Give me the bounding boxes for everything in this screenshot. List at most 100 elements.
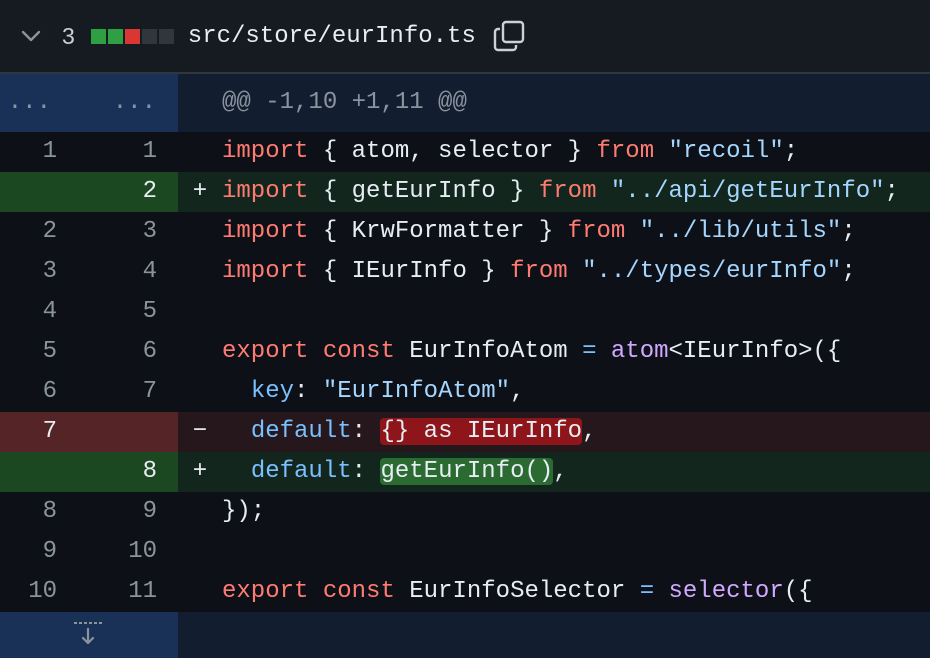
code-token: EurInfoSelector bbox=[409, 578, 640, 605]
old-line-number[interactable]: 10 bbox=[0, 572, 89, 612]
new-line-number[interactable]: 3 bbox=[89, 212, 178, 252]
diff-sign: + bbox=[192, 458, 208, 485]
new-line-number[interactable]: 4 bbox=[89, 252, 178, 292]
code-token: <IEurInfo>({ bbox=[668, 338, 842, 365]
code-token: ; bbox=[841, 218, 856, 245]
diff-sign: + bbox=[192, 178, 208, 205]
code-content: default: {} as IEurInfo, bbox=[222, 412, 930, 452]
diff-sign bbox=[178, 252, 222, 292]
code-content bbox=[222, 292, 930, 332]
code-token: default bbox=[250, 418, 352, 445]
hunk-expand-left[interactable]: ... bbox=[0, 74, 89, 132]
code-token: import bbox=[222, 138, 309, 165]
new-line-number[interactable]: 5 bbox=[89, 292, 178, 332]
hunk-header: ... ... @@ -1,10 +1,11 @@ bbox=[0, 74, 930, 132]
code-token: : bbox=[351, 418, 381, 445]
new-line-number[interactable]: 2 bbox=[89, 172, 178, 212]
new-line-number[interactable]: 9 bbox=[89, 492, 178, 532]
diffstat-block bbox=[90, 28, 106, 44]
copy-icon[interactable] bbox=[492, 19, 526, 53]
code-token: ({ bbox=[783, 578, 813, 605]
code-token: : bbox=[351, 458, 381, 485]
code-token: : bbox=[294, 378, 323, 405]
expand-down-icon[interactable] bbox=[0, 612, 178, 658]
context-line: 1 1 import { atom, selector } from "recoil… bbox=[0, 132, 930, 172]
context-line: 3 4 import { IEurInfo } from "../types/eur… bbox=[0, 252, 930, 292]
code-token: atom bbox=[610, 338, 669, 365]
context-line: 67 key: "EurInfoAtom", bbox=[0, 372, 930, 412]
diffstat-block bbox=[124, 28, 140, 44]
old-line-number[interactable]: 7 bbox=[0, 412, 89, 452]
new-line-number[interactable]: 10 bbox=[89, 532, 178, 572]
diff-footer bbox=[0, 612, 930, 658]
code-token: export bbox=[222, 338, 309, 365]
code-token: = bbox=[639, 578, 655, 605]
code-content bbox=[222, 532, 930, 572]
code-token: "../lib/utils" bbox=[639, 218, 842, 245]
context-line: 10 11 export const EurInfoSelector = selec… bbox=[0, 572, 930, 612]
code-content: import { getEurInfo } from "../api/getEu… bbox=[222, 172, 930, 212]
diff-sign bbox=[178, 212, 222, 252]
old-line-number[interactable] bbox=[0, 172, 89, 212]
context-line: 5 6 export const EurInfoAtom = atom<IEurIn… bbox=[0, 332, 930, 372]
code-token: "EurInfoAtom" bbox=[322, 378, 511, 405]
old-line-number[interactable]: 9 bbox=[0, 532, 89, 572]
code-token: "../api/getEurInfo" bbox=[610, 178, 885, 205]
diffstat-block bbox=[141, 28, 157, 44]
diff-sign bbox=[178, 572, 222, 612]
new-line-number[interactable]: 6 bbox=[89, 332, 178, 372]
new-line-number[interactable] bbox=[89, 412, 178, 452]
deleted-line: 7 − default: {} as IEurInfo, bbox=[0, 412, 930, 452]
code-token: default bbox=[250, 458, 352, 485]
code-token: }); bbox=[222, 498, 266, 525]
hunk-expand-right[interactable]: ... bbox=[89, 74, 178, 132]
new-line-number[interactable]: 1 bbox=[89, 132, 178, 172]
diff-sign bbox=[178, 492, 222, 532]
new-line-number[interactable]: 7 bbox=[89, 372, 178, 412]
old-line-number[interactable]: 3 bbox=[0, 252, 89, 292]
diffstat-block bbox=[107, 28, 123, 44]
new-line-number[interactable]: 8 bbox=[89, 452, 178, 492]
old-line-number[interactable]: 5 bbox=[0, 332, 89, 372]
old-line-number[interactable]: 6 bbox=[0, 372, 89, 412]
code-token: , bbox=[582, 418, 597, 445]
code-content: key: "EurInfoAtom", bbox=[222, 372, 930, 412]
old-line-number[interactable]: 1 bbox=[0, 132, 89, 172]
old-line-number[interactable]: 2 bbox=[0, 212, 89, 252]
code-token: "../types/eurInfo" bbox=[582, 258, 842, 285]
code-token: ; bbox=[841, 258, 856, 285]
new-line-number[interactable]: 11 bbox=[89, 572, 178, 612]
code-content: export const EurInfoAtom = atom<IEurInfo… bbox=[222, 332, 930, 372]
code-token: {} as IEurInfo bbox=[380, 418, 583, 445]
code-token: import bbox=[222, 178, 309, 205]
code-token: ; bbox=[884, 178, 899, 205]
old-line-number[interactable] bbox=[0, 452, 89, 492]
code-token: = bbox=[582, 338, 597, 365]
code-token: selector bbox=[668, 578, 784, 605]
old-line-number[interactable]: 8 bbox=[0, 492, 89, 532]
diff-lines: 1 1 import { atom, selector } from "recoil… bbox=[0, 132, 930, 612]
diff-sign bbox=[178, 532, 222, 572]
diff-sign: − bbox=[192, 418, 208, 445]
code-content: import { IEurInfo } from "../types/eurIn… bbox=[222, 252, 930, 292]
context-line: 9 10 bbox=[0, 532, 930, 572]
diff-sign bbox=[178, 132, 222, 172]
code-token: EurInfoAtom bbox=[409, 338, 583, 365]
code-content: default: getEurInfo(), bbox=[222, 452, 930, 492]
code-content: import { KrwFormatter } from "../lib/uti… bbox=[222, 212, 930, 252]
code-token: { KrwFormatter } bbox=[322, 218, 568, 245]
old-line-number[interactable]: 4 bbox=[0, 292, 89, 332]
code-token: from bbox=[567, 218, 626, 245]
change-count: 3 bbox=[62, 22, 75, 49]
code-content: import { atom, selector } from "recoil"; bbox=[222, 132, 930, 172]
added-line: 2 + import { getEurInfo } from "../api/get… bbox=[0, 172, 930, 212]
chevron-down-icon[interactable] bbox=[18, 23, 44, 49]
file-path[interactable]: src/store/eurInfo.ts bbox=[188, 23, 476, 50]
code-content: }); bbox=[222, 492, 930, 532]
